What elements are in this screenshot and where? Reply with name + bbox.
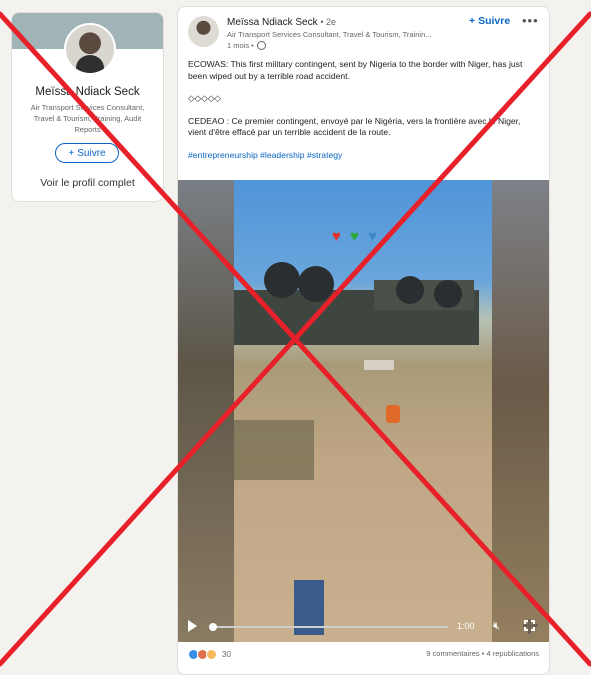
post-card: Meïssa Ndiack Seck • 2e Air Transport Se… [177,6,550,675]
play-icon[interactable] [188,620,197,632]
view-full-profile-link[interactable]: Voir le profil complet [12,177,163,189]
profile-follow-button[interactable]: + Suivre [55,143,119,163]
soldier-figure [234,420,314,480]
profile-follow-label: Suivre [77,147,106,159]
post-separator: ◇◇◇◇◇ [188,93,222,103]
post-time-text: 1 mois • [227,41,254,50]
reposts-count[interactable]: 4 republications [486,649,539,658]
profile-avatar[interactable] [64,23,116,75]
author-name-line[interactable]: Meïssa Ndiack Seck • 2e [227,17,336,28]
video-frame: ♥ ♥ ♥ [234,180,492,642]
author-name: Meïssa Ndiack Seck [227,17,318,28]
reaction-count: 30 [222,650,231,659]
profile-headline: Air Transport Services Consultant, Trave… [30,103,145,134]
globe-icon [256,41,266,50]
connection-degree: • 2e [320,17,337,27]
post-hashtags[interactable]: #entrepreneurship #leadership #strategy [188,150,538,162]
comments-count[interactable]: 9 commentaires [426,649,479,658]
post-stats: 9 commentaires • 4 republications [426,649,539,658]
post-text: ECOWAS: This first military contingent, … [188,59,538,161]
video-progress-bar[interactable] [209,623,448,631]
profile-card: Meïssa Ndiack Seck Air Transport Service… [11,12,164,202]
plus-icon: + [469,15,479,27]
author-avatar[interactable] [188,16,219,47]
post-text-en: ECOWAS: This first military contingent, … [188,59,523,81]
more-dots-icon[interactable]: ••• [522,13,539,28]
overturned-truck-image [234,262,479,370]
post-follow-button[interactable]: + Suivre [469,15,510,27]
plus-icon: + [68,147,75,159]
video-blur-left [178,180,234,642]
video-blur-right [492,180,549,642]
video-controls: 1:00 🔇︎ [178,612,549,642]
author-headline: Air Transport Services Consultant, Trave… [227,30,432,39]
video-duration: 1:00 [457,621,475,631]
insightful-reaction-icon [206,649,217,660]
progress-handle[interactable] [209,623,217,631]
volume-muted-icon[interactable]: 🔇︎ [493,620,500,633]
green-heart-icon: ♥ [350,228,359,245]
post-time: 1 mois • [227,41,266,50]
post-text-fr: CEDEAO : Ce premier contingent, envoyé p… [188,115,521,138]
reactions-summary[interactable]: 30 [188,649,231,660]
jerrycan-figure [386,405,400,423]
blue-heart-icon: ♥ [368,228,377,245]
red-heart-icon: ♥ [332,228,341,245]
video-player[interactable]: ♥ ♥ ♥ 1:00 🔇︎ [178,180,549,642]
profile-name[interactable]: Meïssa Ndiack Seck [12,86,163,98]
post-follow-label: Suivre [478,15,511,27]
fullscreen-icon[interactable] [523,619,538,634]
